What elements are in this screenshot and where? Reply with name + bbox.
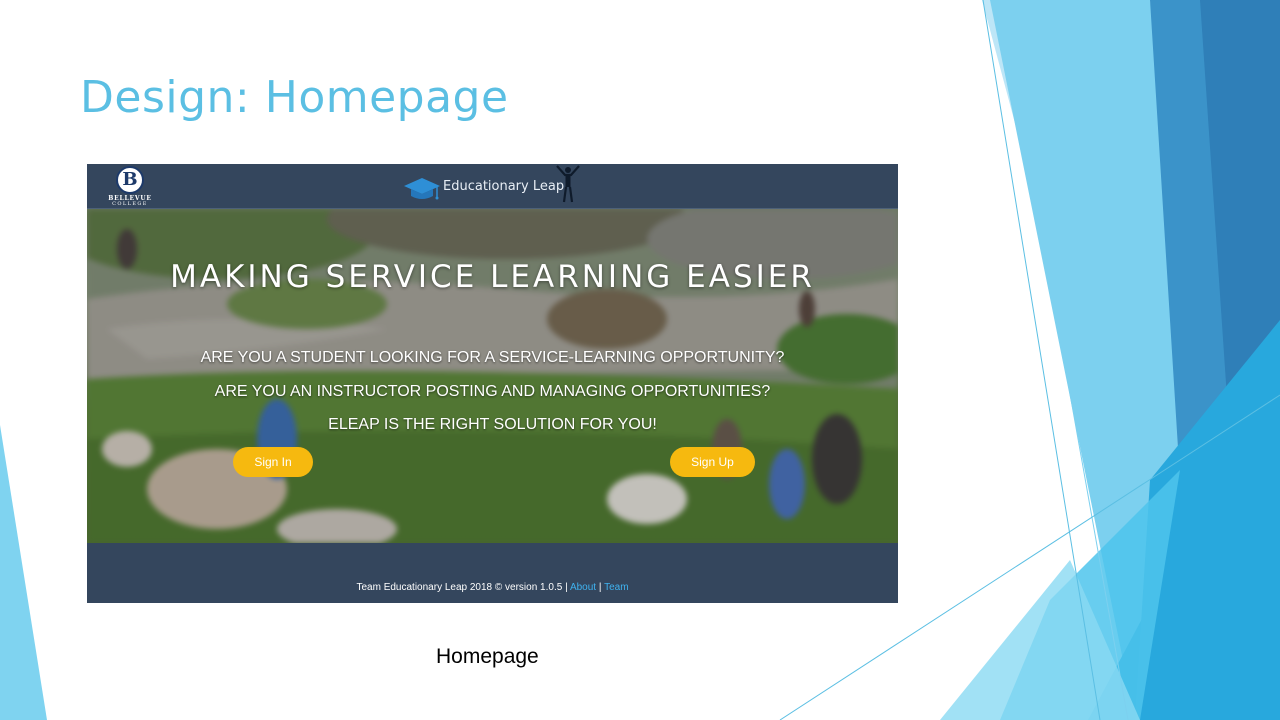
hero-banner: MAKING SERVICE LEARNING EASIER ARE YOU A… bbox=[87, 209, 898, 543]
hero-line-student: ARE YOU A STUDENT LOOKING FOR A SERVICE-… bbox=[200, 349, 785, 366]
brand-logo[interactable]: Educationary Leap bbox=[403, 165, 583, 207]
footer-copyright: Team Educationary Leap 2018 © version 1.… bbox=[356, 582, 563, 593]
brand-name: Educationary Leap bbox=[443, 179, 565, 194]
hero-headline: MAKING SERVICE LEARNING EASIER bbox=[170, 259, 815, 295]
leaping-person-icon bbox=[556, 165, 580, 203]
site-header: B BELLEVUE COLLEGE Educationary Leap bbox=[87, 164, 898, 209]
sign-up-button[interactable]: Sign Up bbox=[670, 447, 755, 477]
footer-text: Team Educationary Leap 2018 © version 1.… bbox=[87, 582, 898, 593]
homepage-screenshot: B BELLEVUE COLLEGE Educationary Leap MAK… bbox=[87, 164, 898, 603]
slide-caption: Homepage bbox=[436, 645, 539, 668]
site-footer bbox=[87, 543, 898, 603]
graduation-cap-icon bbox=[404, 178, 440, 200]
footer-separator: | bbox=[565, 582, 568, 593]
college-logo[interactable]: B BELLEVUE COLLEGE bbox=[105, 166, 155, 208]
college-logo-emblem: B bbox=[116, 166, 144, 194]
slide-title: Design: Homepage bbox=[80, 72, 509, 123]
footer-separator: | bbox=[598, 582, 602, 593]
hero-line-instructor: ARE YOU AN INSTRUCTOR POSTING AND MANAGI… bbox=[214, 383, 771, 400]
footer-team-link[interactable]: Team bbox=[604, 582, 628, 593]
college-logo-line2: COLLEGE bbox=[112, 201, 148, 207]
footer-about-link[interactable]: About bbox=[570, 582, 596, 593]
sign-in-button[interactable]: Sign In bbox=[233, 447, 313, 477]
hero-line-solution: ELEAP IS THE RIGHT SOLUTION FOR YOU! bbox=[328, 416, 657, 433]
